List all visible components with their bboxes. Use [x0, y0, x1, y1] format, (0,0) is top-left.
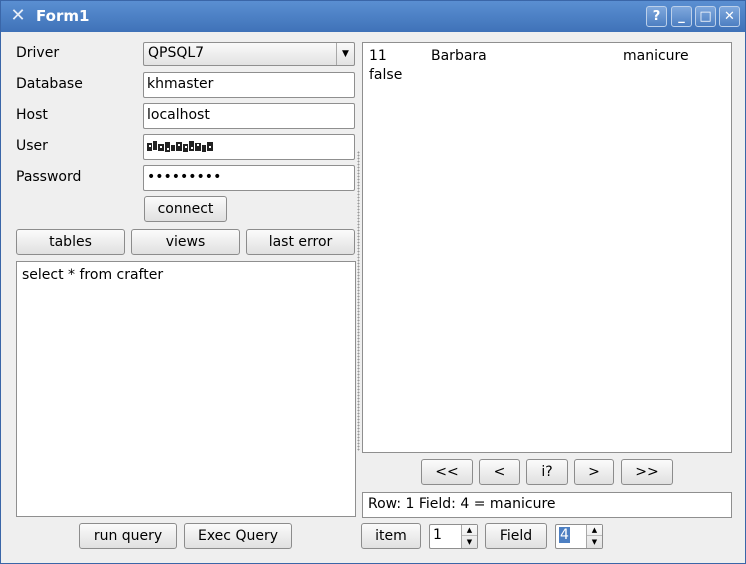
next-record-button[interactable]: > [574, 459, 614, 485]
redacted-user-value [147, 141, 213, 152]
exec-query-button[interactable]: Exec Query [184, 523, 292, 549]
close-button[interactable]: ✕ [719, 6, 740, 27]
run-query-button[interactable]: run query [79, 523, 177, 549]
chevron-down-icon[interactable]: ▼ [336, 43, 354, 65]
spin-down-icon[interactable]: ▼ [462, 537, 477, 548]
spin-down-icon[interactable]: ▼ [587, 537, 602, 548]
maximize-button[interactable]: □ [695, 6, 716, 27]
field-button[interactable]: Field [485, 523, 547, 549]
item-spinbox[interactable]: 1 ▲ ▼ [429, 524, 478, 549]
app-icon: ✕ [10, 5, 26, 26]
result-cell-name: Barbara [431, 48, 487, 64]
driver-select[interactable]: QPSQL7 ▼ [143, 42, 355, 66]
host-label: Host [16, 107, 48, 123]
driver-value: QPSQL7 [148, 45, 205, 61]
tables-button[interactable]: tables [16, 229, 125, 255]
item-value: 1 [433, 527, 442, 543]
database-field[interactable]: khmaster [143, 72, 355, 98]
spin-up-icon[interactable]: ▲ [462, 525, 477, 536]
connect-label: connect [157, 201, 214, 217]
splitter-handle[interactable] [357, 151, 360, 451]
last-record-button[interactable]: >> [621, 459, 673, 485]
query-editor[interactable]: select * from crafter [16, 261, 356, 517]
info-button[interactable]: i? [526, 459, 568, 485]
user-label: User [16, 138, 48, 154]
password-label: Password [16, 169, 82, 185]
status-field: Row: 1 Field: 4 = manicure [362, 492, 732, 518]
database-label: Database [16, 76, 83, 92]
host-field[interactable]: localhost [143, 103, 355, 129]
result-cell-service: manicure [623, 48, 689, 64]
help-button[interactable]: ? [646, 6, 667, 27]
user-field[interactable] [143, 134, 355, 160]
password-field[interactable]: ••••••••• [143, 165, 355, 191]
first-record-button[interactable]: << [421, 459, 473, 485]
main-window: ✕ Form1 ? _ □ ✕ Driver QPSQL7 ▼ Database… [0, 0, 746, 564]
result-cell-id: 11 [369, 48, 387, 64]
last-error-button[interactable]: last error [246, 229, 355, 255]
driver-label: Driver [16, 45, 60, 61]
field-value: 4 [559, 527, 570, 543]
prev-record-button[interactable]: < [479, 459, 520, 485]
minimize-button[interactable]: _ [671, 6, 692, 27]
field-spinbox[interactable]: 4 ▲ ▼ [555, 524, 603, 549]
item-button[interactable]: item [361, 523, 421, 549]
results-view[interactable]: 11 Barbara manicure false [362, 42, 732, 453]
result-cell-flag: false [369, 67, 403, 83]
window-title: Form1 [36, 7, 90, 25]
spin-up-icon[interactable]: ▲ [587, 525, 602, 536]
views-button[interactable]: views [131, 229, 240, 255]
connect-button[interactable]: connect [144, 196, 227, 222]
title-bar[interactable]: ✕ Form1 ? _ □ ✕ [1, 1, 745, 32]
